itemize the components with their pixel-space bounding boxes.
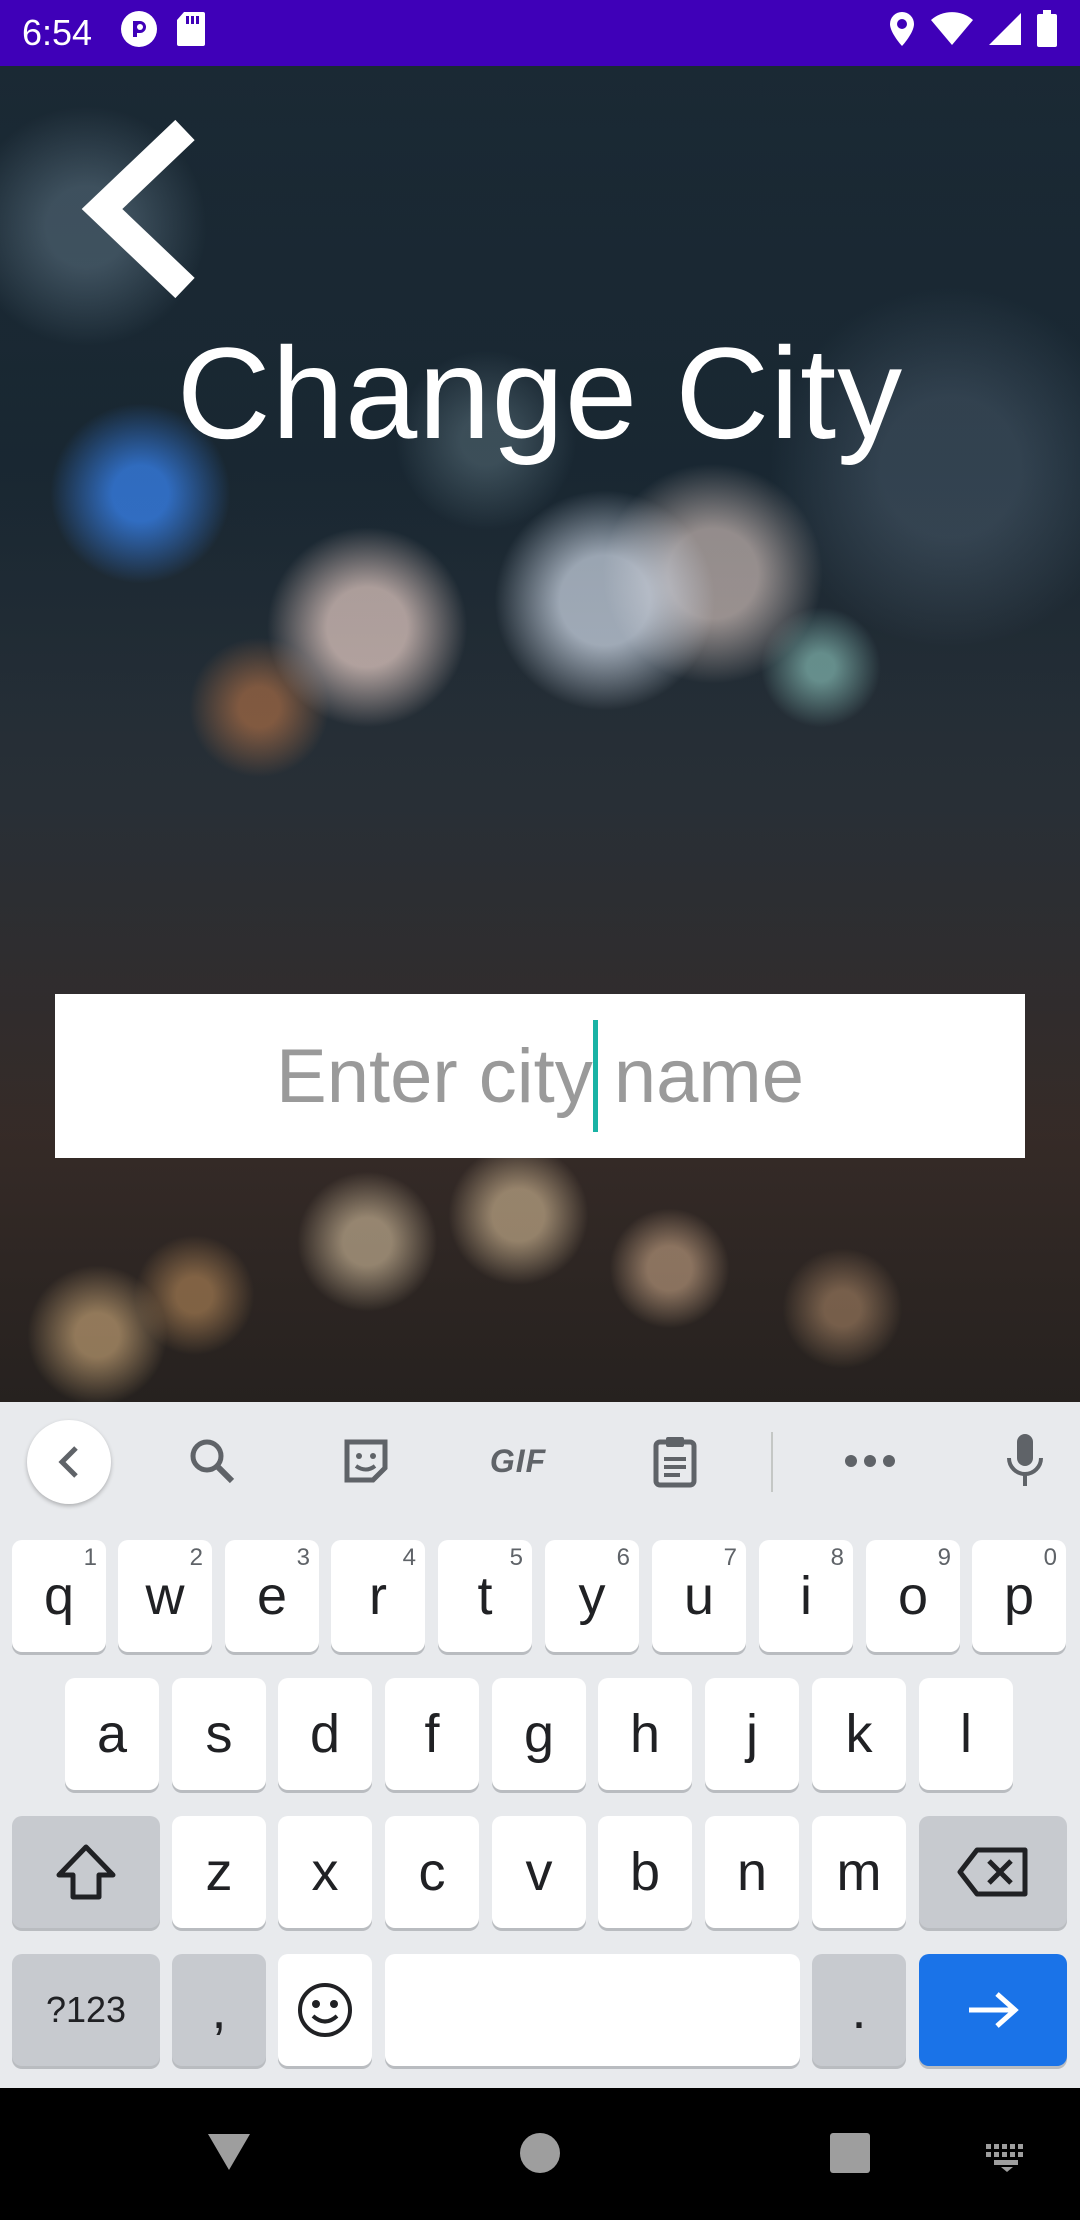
keyboard-sticker-button[interactable] — [334, 1424, 398, 1498]
backspace-key[interactable] — [919, 1816, 1067, 1928]
key-b[interactable]: b — [598, 1816, 692, 1928]
period-key[interactable]: . — [812, 1954, 906, 2066]
key-r[interactable]: r4 — [331, 1540, 425, 1652]
space-key[interactable] — [385, 1954, 800, 2066]
status-time: 6:54 — [22, 12, 93, 53]
key-l[interactable]: l — [919, 1678, 1013, 1790]
search-icon — [190, 1439, 235, 1484]
key-z[interactable]: z — [172, 1816, 266, 1928]
soft-keyboard: GIF q1 w2 e3 r4 t5 y6 u7 i8 o9 p0 a s d … — [0, 1402, 1080, 2088]
keyboard-switch-icon — [986, 2144, 1023, 2172]
keyboard-search-button[interactable] — [180, 1424, 244, 1498]
key-k[interactable]: k — [812, 1678, 906, 1790]
chevron-left-icon — [81, 119, 195, 299]
key-c[interactable]: c — [385, 1816, 479, 1928]
keyboard-switch-button[interactable] — [984, 2142, 1030, 2177]
keyboard-collapse-button[interactable] — [27, 1420, 111, 1504]
city-name-input[interactable] — [55, 994, 1025, 1158]
comma-key[interactable]: , — [172, 1954, 266, 2066]
key-f[interactable]: f — [385, 1678, 479, 1790]
key-v[interactable]: v — [492, 1816, 586, 1928]
key-e[interactable]: e3 — [225, 1540, 319, 1652]
nav-home-button[interactable] — [519, 2132, 561, 2179]
mic-icon — [1007, 1434, 1043, 1486]
key-q[interactable]: q1 — [12, 1540, 106, 1652]
sticker-icon — [344, 1439, 388, 1483]
more-icon — [845, 1455, 895, 1467]
key-x[interactable]: x — [278, 1816, 372, 1928]
back-triangle-icon — [208, 2134, 250, 2170]
keyboard-toolbar: GIF — [0, 1402, 1080, 1520]
key-g[interactable]: g — [492, 1678, 586, 1790]
key-m[interactable]: m — [812, 1816, 906, 1928]
clipboard-icon — [653, 1437, 697, 1488]
location-icon — [888, 11, 916, 56]
keyboard-more-button[interactable] — [840, 1424, 900, 1498]
arrow-right-icon — [969, 1992, 1019, 2028]
nav-recents-button[interactable] — [829, 2132, 871, 2179]
key-u[interactable]: u7 — [652, 1540, 746, 1652]
system-nav-bar — [0, 2088, 1080, 2220]
pocket-casts-icon — [120, 10, 158, 57]
key-d[interactable]: d — [278, 1678, 372, 1790]
key-s[interactable]: s — [172, 1678, 266, 1790]
sd-card-icon — [176, 11, 206, 56]
city-input-container — [55, 994, 1025, 1158]
cell-signal-icon — [988, 12, 1022, 55]
toolbar-divider — [771, 1432, 773, 1492]
key-j[interactable]: j — [705, 1678, 799, 1790]
key-y[interactable]: y6 — [545, 1540, 639, 1652]
keyboard-mic-button[interactable] — [1000, 1424, 1050, 1498]
emoji-icon — [298, 1983, 352, 2037]
text-cursor — [593, 1020, 598, 1132]
back-button[interactable] — [80, 118, 210, 300]
keyboard-clipboard-button[interactable] — [645, 1424, 705, 1498]
wifi-icon — [930, 11, 974, 55]
emoji-key[interactable] — [278, 1954, 372, 2066]
battery-icon — [1036, 9, 1058, 57]
enter-key[interactable] — [919, 1954, 1067, 2066]
key-o[interactable]: o9 — [866, 1540, 960, 1652]
chevron-left-icon — [58, 1446, 78, 1478]
key-n[interactable]: n — [705, 1816, 799, 1928]
page-title: Change City — [176, 320, 904, 466]
key-w[interactable]: w2 — [118, 1540, 212, 1652]
shift-key[interactable] — [12, 1816, 160, 1928]
keyboard-gif-button[interactable]: GIF — [478, 1424, 558, 1498]
recents-square-icon — [830, 2133, 870, 2173]
gif-icon: GIF — [489, 1442, 547, 1479]
home-circle-icon — [520, 2133, 560, 2173]
nav-back-button[interactable] — [206, 2132, 252, 2177]
key-i[interactable]: i8 — [759, 1540, 853, 1652]
key-p[interactable]: p0 — [972, 1540, 1066, 1652]
key-h[interactable]: h — [598, 1678, 692, 1790]
status-bar: 6:54 — [0, 0, 1080, 66]
shift-arrow-icon — [56, 1844, 116, 1900]
key-a[interactable]: a — [65, 1678, 159, 1790]
key-t[interactable]: t5 — [438, 1540, 532, 1652]
backspace-icon — [957, 1847, 1028, 1897]
symbols-key[interactable]: ?123 — [12, 1954, 160, 2066]
